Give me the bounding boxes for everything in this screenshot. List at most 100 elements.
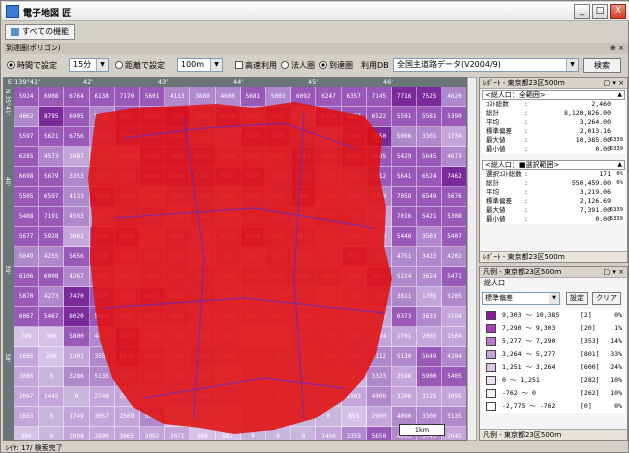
stat-v: 3,219.06 — [579, 188, 611, 196]
reach-label: 到達圏 — [329, 61, 353, 70]
legend-pc: 33% — [610, 350, 622, 358]
app-window: 電子地図 匠 _ □ X すべての機能 到達圏(ポリゴン) ⊕ × 時間で設定 … — [0, 0, 629, 453]
reach-radio[interactable]: 到達圏 — [319, 60, 353, 71]
reach-panel-title: 到達圏(ポリゴン) — [6, 44, 61, 52]
legend-row[interactable]: 3,264 ～ 5,277 [801] 33% — [482, 348, 625, 361]
status-bar: ﾚｲﾔ: 17/ 検索完了 — [6, 444, 63, 452]
time-select[interactable]: 15分 ▼ — [69, 58, 109, 72]
toolbar: すべての機能 — [3, 23, 628, 41]
legend-row[interactable]: 5,277 ～ 7,290 [353] 14% — [482, 335, 625, 348]
chevron-down-icon: ▼ — [549, 293, 559, 304]
legend-pc: 10% — [610, 389, 622, 397]
legend-row[interactable]: 1,251 ～ 3,264 [600] 24% — [482, 361, 625, 374]
all-functions-button[interactable]: すべての機能 — [5, 24, 76, 40]
panel-pin-close[interactable]: ⊕ × — [610, 43, 624, 54]
expressway-label: 高速利用 — [245, 61, 277, 70]
stat-row: 選択ｺｽﾄ総数: 171 6% — [482, 170, 625, 179]
stat-u: 5339 — [609, 216, 623, 222]
legend-row[interactable]: 0 ～ 1,251 [282] 10% — [482, 374, 625, 387]
minimize-button[interactable]: _ — [574, 4, 590, 19]
map-vertical-scrollbar[interactable] — [467, 77, 477, 441]
stat-k: ｺｽﾄ総数 — [486, 100, 509, 108]
stat-c: : — [524, 118, 528, 126]
legend-rg: 9,303 ～ 10,385 — [502, 311, 560, 319]
stat-c: : — [524, 127, 528, 135]
selection-section-header[interactable]: <総人口：■選択範囲> ▲ — [482, 160, 625, 170]
stat-u: 5339 — [609, 137, 623, 143]
stat-c: : — [524, 188, 528, 196]
longitude-label: 43' — [158, 78, 169, 86]
total-section-header[interactable]: <総人口：全範囲> ▲ — [482, 90, 625, 100]
legend-rows: 9,303 ～ 10,385 [2] 0% 7,290 ～ 9,303 [20] 1% 5,… — [480, 309, 627, 413]
stat-k: 総計 — [486, 179, 499, 187]
legend-method-select[interactable]: 標準偏差 ▼ — [482, 292, 560, 305]
legend-row[interactable]: -762 ～ 0 [262] 10% — [482, 387, 625, 400]
database-select[interactable]: 全国主道路データ(V2004/9) ▼ — [393, 58, 579, 72]
legend-rg: 3,264 ～ 5,277 — [502, 350, 556, 358]
legend-panel: 凡例 - 東京都23区500ｍ □ ▾ × 総人口 標準偏差 ▼ 設定 クリア 9,… — [479, 266, 628, 441]
stat-u: 6% — [616, 171, 623, 177]
stat-v: 0.00 — [595, 145, 611, 153]
legend-footer-tab[interactable]: 凡例 - 東京都23区500ｍ — [480, 429, 627, 440]
close-button[interactable]: X — [610, 4, 626, 19]
legend-window-controls[interactable]: □ ▾ × — [604, 267, 624, 278]
legend-rg: 1,251 ～ 3,264 — [502, 363, 556, 371]
legend-row[interactable]: 7,290 ～ 9,303 [20] 1% — [482, 322, 625, 335]
selection-stats: 選択ｺｽﾄ総数:171 6% 総計:550,459.00 6% 平均:3,219.06 標… — [482, 170, 625, 224]
report-window-controls[interactable]: □ ▾ × — [604, 78, 624, 89]
db-label: 利用DB — [361, 61, 389, 70]
collapse-icon: ▲ — [617, 91, 622, 98]
latitude-ruler: N 35°41' 40' 39' 38' — [4, 87, 14, 440]
legend-ct: [801] — [580, 350, 600, 358]
latitude-label: 38' — [4, 353, 11, 363]
legend-rg: 5,277 ～ 7,290 — [502, 337, 556, 345]
stat-c: : — [524, 215, 528, 223]
legend-pc: 0% — [614, 311, 622, 319]
stat-u: 6% — [616, 180, 623, 186]
legend-clear-button[interactable]: クリア — [592, 292, 621, 305]
legend-pc: 24% — [610, 363, 622, 371]
total-stats: ｺｽﾄ総数:2,460 総計:8,120,826.00 平均:3,264.00 標準偏… — [482, 100, 625, 154]
legend-swatch — [486, 389, 496, 398]
stat-c: : — [524, 145, 528, 153]
legend-rg: 0 ～ 1,251 — [502, 376, 540, 384]
time-radio-label: 時間で設定 — [17, 61, 57, 70]
stat-v: 171 — [599, 170, 611, 178]
title-bar: 電子地図 匠 _ □ X — [2, 2, 629, 21]
legal-radio[interactable]: 法人圏 — [281, 60, 315, 71]
scale-bar: 1km — [399, 424, 445, 436]
stat-k: 最大値 — [486, 136, 506, 144]
stat-row: 最小値: 0.00 5339 — [482, 145, 625, 154]
legend-swatch — [486, 337, 496, 346]
search-button[interactable]: 検索 — [583, 58, 621, 73]
stat-c: : — [524, 179, 528, 187]
selection-section-label: <総人口：■選択範囲> — [485, 161, 560, 169]
report-title-text: ﾚﾎﾟｰﾄ - 東京都23区500ｍ — [483, 79, 565, 87]
distance-radio[interactable]: 距離で設定 — [115, 60, 165, 71]
legend-row[interactable]: -2,775 ～ -762 [0] 0% — [482, 400, 625, 413]
stat-k: 総計 — [486, 109, 499, 117]
stat-row: ｺｽﾄ総数: 2,460 — [482, 100, 625, 109]
legend-swatch — [486, 376, 496, 385]
stat-row: 最大値: 10,385.00 5339 — [482, 136, 625, 145]
legend-field-label: 総人口 — [482, 279, 625, 289]
stat-row: 総計: 550,459.00 6% — [482, 179, 625, 188]
stat-u: 5339 — [609, 207, 623, 213]
stat-c: : — [524, 206, 528, 214]
report-footer-tab[interactable]: ﾚﾎﾟｰﾄ - 東京都23区500ｍ — [480, 251, 627, 262]
legend-method-value: 標準偏差 — [485, 294, 513, 302]
legend-ct: [353] — [580, 337, 600, 345]
stat-k: 選択ｺｽﾄ総数 — [486, 170, 522, 178]
legend-swatch — [486, 350, 496, 359]
distance-select[interactable]: 100m ▼ — [177, 58, 223, 72]
legend-row[interactable]: 9,303 ～ 10,385 [2] 0% — [482, 309, 625, 322]
legend-swatch — [486, 402, 496, 411]
time-radio[interactable]: 時間で設定 — [7, 60, 57, 71]
legend-set-button[interactable]: 設定 — [566, 292, 588, 305]
stat-u: 5339 — [609, 146, 623, 152]
radio-on-icon — [319, 61, 327, 69]
maximize-button[interactable]: □ — [592, 4, 608, 19]
map-view[interactable]: 5924 6908 6764 6138 7170 5601 4113 3889 4600 5681… — [3, 77, 467, 441]
expressway-checkbox[interactable]: 高速利用 — [235, 60, 277, 71]
chevron-down-icon: ▼ — [210, 59, 222, 71]
